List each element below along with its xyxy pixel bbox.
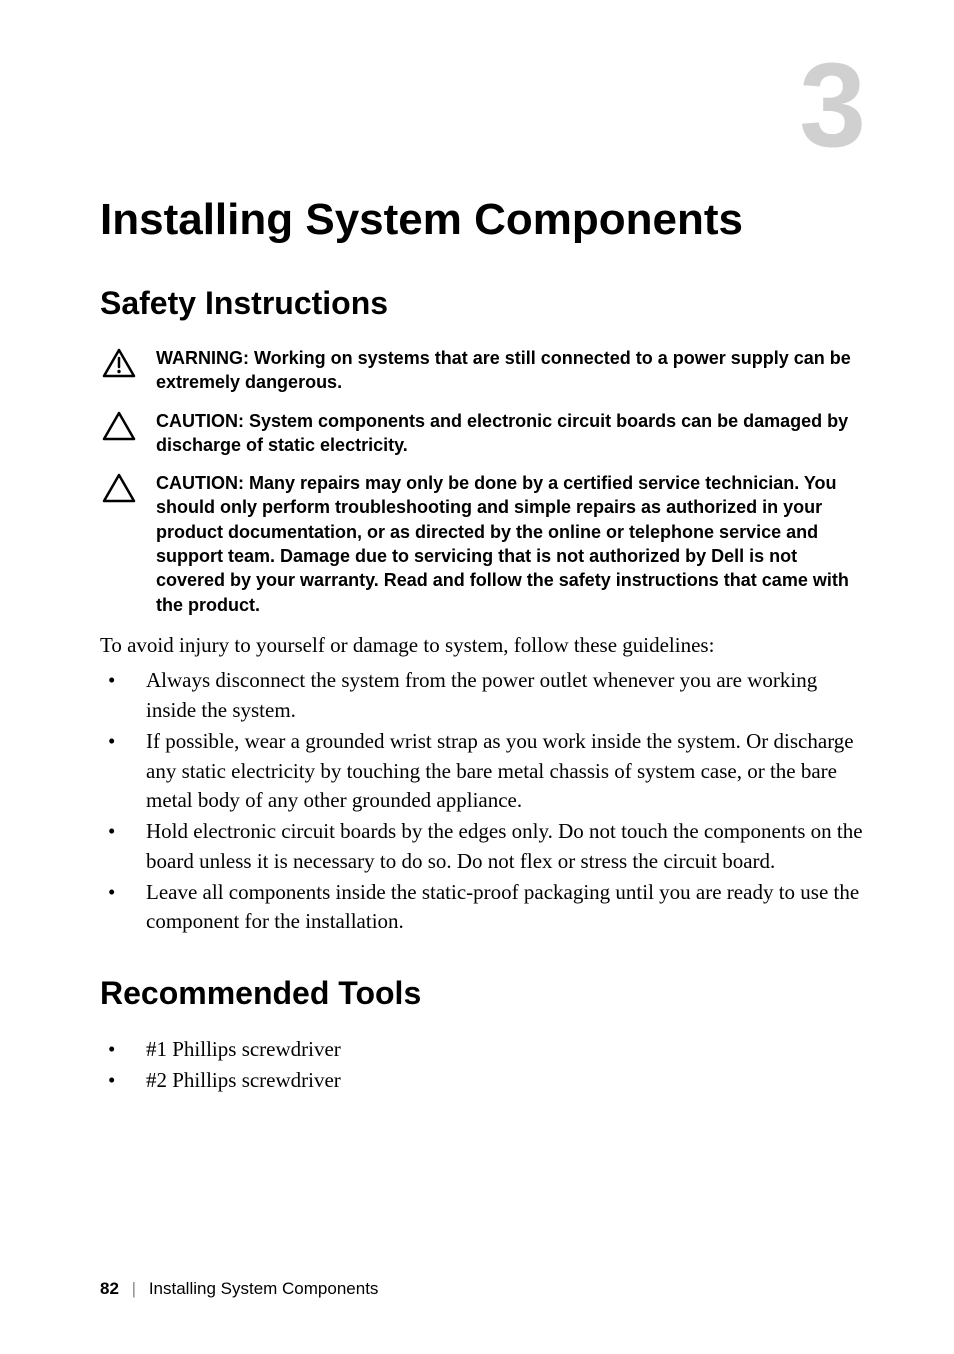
- bullet-icon: •: [100, 1034, 146, 1066]
- footer-divider: |: [132, 1279, 136, 1298]
- list-item: •Hold electronic circuit boards by the e…: [100, 817, 864, 876]
- tool-text: #1 Phillips screwdriver: [146, 1034, 341, 1066]
- bullet-icon: •: [100, 666, 146, 695]
- warning-icon: [100, 346, 138, 378]
- caution-1-body: System components and electronic circuit…: [156, 411, 848, 455]
- caution-block-1: CAUTION: System components and electroni…: [100, 409, 864, 458]
- chapter-number: 3: [799, 45, 866, 165]
- guideline-text: Always disconnect the system from the po…: [146, 666, 864, 725]
- guidelines-list: •Always disconnect the system from the p…: [100, 666, 864, 937]
- warning-body: Working on systems that are still connec…: [156, 348, 851, 392]
- list-item: •Always disconnect the system from the p…: [100, 666, 864, 725]
- page-number: 82: [100, 1279, 119, 1298]
- caution-icon: [100, 471, 138, 503]
- guideline-text: Hold electronic circuit boards by the ed…: [146, 817, 864, 876]
- tool-text: #2 Phillips screwdriver: [146, 1065, 341, 1097]
- warning-block: WARNING: Working on systems that are sti…: [100, 346, 864, 395]
- guideline-text: Leave all components inside the static-p…: [146, 878, 864, 937]
- tools-list: •#1 Phillips screwdriver •#2 Phillips sc…: [100, 1034, 864, 1097]
- section-tools-title: Recommended Tools: [100, 975, 864, 1012]
- page-footer: 82 | Installing System Components: [100, 1279, 378, 1299]
- caution-1-label: CAUTION:: [156, 411, 249, 431]
- list-item: •#1 Phillips screwdriver: [100, 1034, 864, 1066]
- bullet-icon: •: [100, 727, 146, 756]
- bullet-icon: •: [100, 878, 146, 907]
- caution-2-body: Many repairs may only be done by a certi…: [156, 473, 849, 614]
- list-item: •Leave all components inside the static-…: [100, 878, 864, 937]
- warning-text: WARNING: Working on systems that are sti…: [156, 346, 864, 395]
- caution-block-2: CAUTION: Many repairs may only be done b…: [100, 471, 864, 617]
- guideline-text: If possible, wear a grounded wrist strap…: [146, 727, 864, 815]
- caution-2-label: CAUTION:: [156, 473, 249, 493]
- bullet-icon: •: [100, 1065, 146, 1097]
- section-safety-title: Safety Instructions: [100, 285, 864, 322]
- footer-label: Installing System Components: [149, 1279, 379, 1298]
- list-item: •#2 Phillips screwdriver: [100, 1065, 864, 1097]
- list-item: •If possible, wear a grounded wrist stra…: [100, 727, 864, 815]
- chapter-title: Installing System Components: [100, 195, 864, 245]
- caution-2-text: CAUTION: Many repairs may only be done b…: [156, 471, 864, 617]
- caution-icon: [100, 409, 138, 441]
- caution-1-text: CAUTION: System components and electroni…: [156, 409, 864, 458]
- guidelines-intro: To avoid injury to yourself or damage to…: [100, 631, 864, 660]
- warning-label: WARNING:: [156, 348, 254, 368]
- bullet-icon: •: [100, 817, 146, 846]
